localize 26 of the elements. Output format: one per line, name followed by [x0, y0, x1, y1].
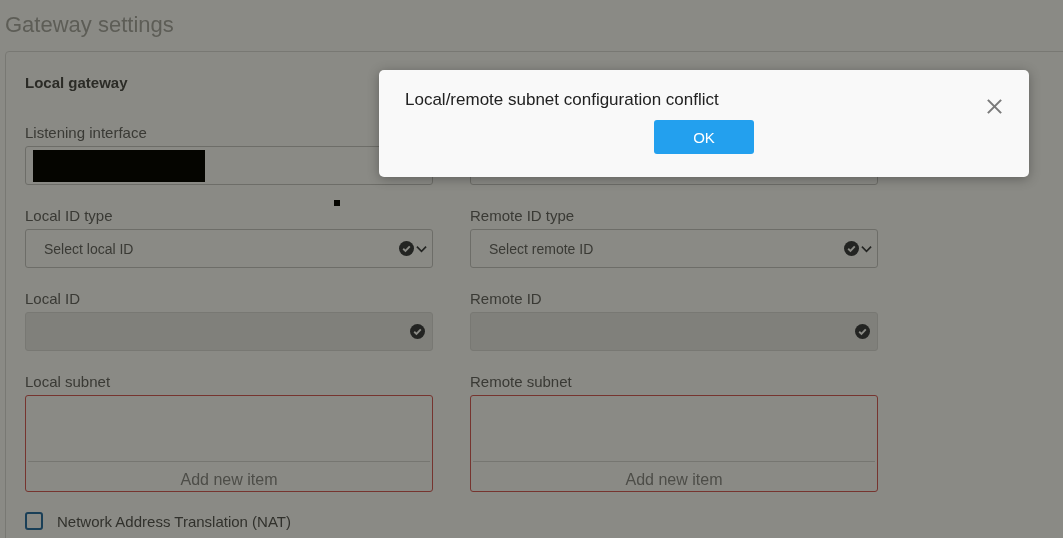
dropdown-field[interactable]: Select local ID: [25, 229, 433, 268]
dialog-message: Local/remote subnet configuration conflict: [405, 89, 720, 111]
add-item-link[interactable]: Add new item: [625, 470, 723, 490]
checkbox[interactable]: [25, 512, 43, 530]
check-circle-icon: [410, 324, 425, 339]
checkbox-label: Network Address Translation (NAT): [57, 512, 291, 530]
caret-icon: [861, 244, 872, 253]
check-circle-icon: [844, 241, 859, 256]
subnet-list-field[interactable]: Add new item: [25, 395, 433, 492]
field-label: Local ID: [25, 290, 81, 307]
add-item-link[interactable]: Add new item: [180, 470, 278, 490]
field-label: Local ID type: [25, 207, 113, 224]
ok-button[interactable]: OK: [654, 120, 754, 154]
dropdown-field[interactable]: Select remote ID: [470, 229, 878, 268]
field-label: Remote ID type: [470, 207, 575, 224]
check-circle-icon: [855, 324, 870, 339]
field-label: Remote ID: [470, 290, 542, 307]
field-label: Local subnet: [25, 373, 111, 390]
subnet-list-field[interactable]: Add new item: [470, 395, 878, 492]
check-circle-icon: [399, 241, 414, 256]
field-label: Remote subnet: [470, 373, 572, 390]
section-heading: Local gateway: [25, 73, 129, 93]
field-label: Listening interface: [25, 124, 147, 141]
close-icon[interactable]: [986, 98, 1003, 115]
caret-icon: [416, 244, 427, 253]
square-mark: [334, 200, 340, 206]
